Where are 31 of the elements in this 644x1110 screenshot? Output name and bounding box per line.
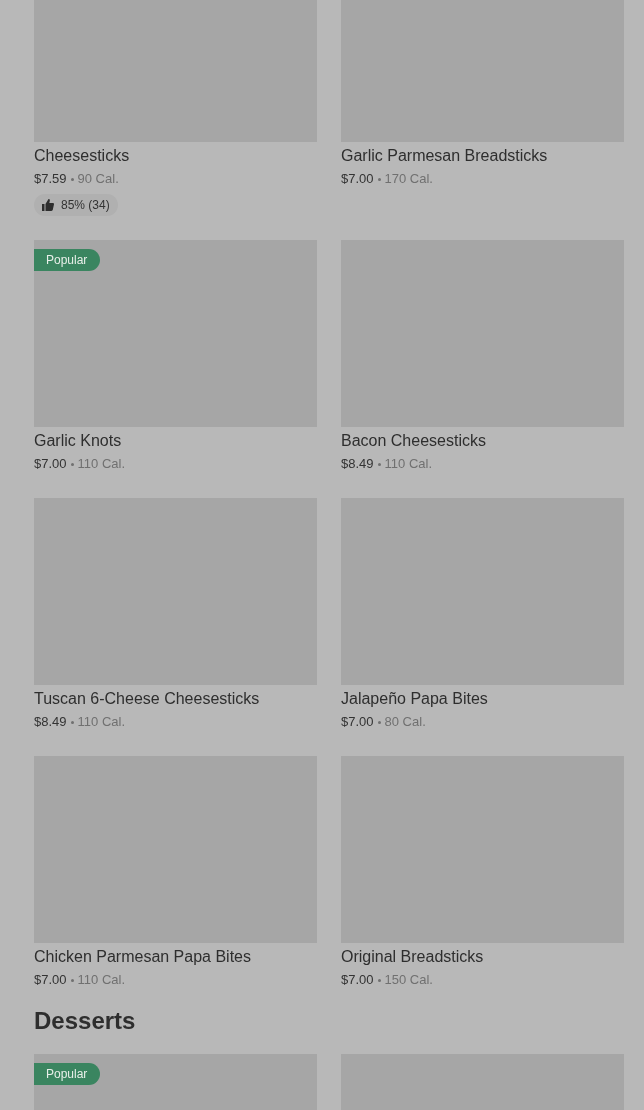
image-placeholder[interactable]: Popular <box>34 240 317 427</box>
item-name: Cheesesticks <box>34 146 130 166</box>
item-calories: 170 Cal. <box>384 170 433 188</box>
item-name: Garlic Knots <box>34 431 122 451</box>
item-name: Garlic Parmesan Breadsticks <box>341 146 548 166</box>
item-name: Tuscan 6-Cheese Cheesesticks <box>34 689 260 709</box>
item-calories: 110 Cal. <box>77 713 125 731</box>
rating-badge: 85% (34) <box>34 194 118 216</box>
item-price: $8.49 <box>34 713 67 731</box>
item-price: $7.59 <box>34 170 67 188</box>
item-name: Jalapeño Papa Bites <box>341 689 488 709</box>
item-price: $7.00 <box>341 971 374 989</box>
item-price: $7.00 <box>34 971 67 989</box>
popular-badge: Popular <box>34 249 101 271</box>
item-price: $7.00 <box>341 713 374 731</box>
item-price: $8.49 <box>341 455 374 473</box>
item-calories: 80 Cal. <box>384 713 426 731</box>
item-name: Original Breadsticks <box>341 947 484 967</box>
item-price: $7.00 <box>341 170 374 188</box>
item-calories: 110 Cal. <box>77 455 125 473</box>
item-calories: 110 Cal. <box>384 455 432 473</box>
image-placeholder[interactable]: Popular <box>34 1054 317 1110</box>
thumbs-up-icon <box>42 199 54 211</box>
item-name: Bacon Cheesesticks <box>341 431 486 451</box>
item-calories: 90 Cal. <box>77 170 119 188</box>
item-calories: 110 Cal. <box>77 971 125 989</box>
section-heading: Desserts <box>34 1007 137 1035</box>
popular-badge: Popular <box>34 1063 101 1085</box>
item-price: $7.00 <box>34 455 67 473</box>
item-calories: 150 Cal. <box>384 971 433 989</box>
item-name: Chicken Parmesan Papa Bites <box>34 947 251 967</box>
